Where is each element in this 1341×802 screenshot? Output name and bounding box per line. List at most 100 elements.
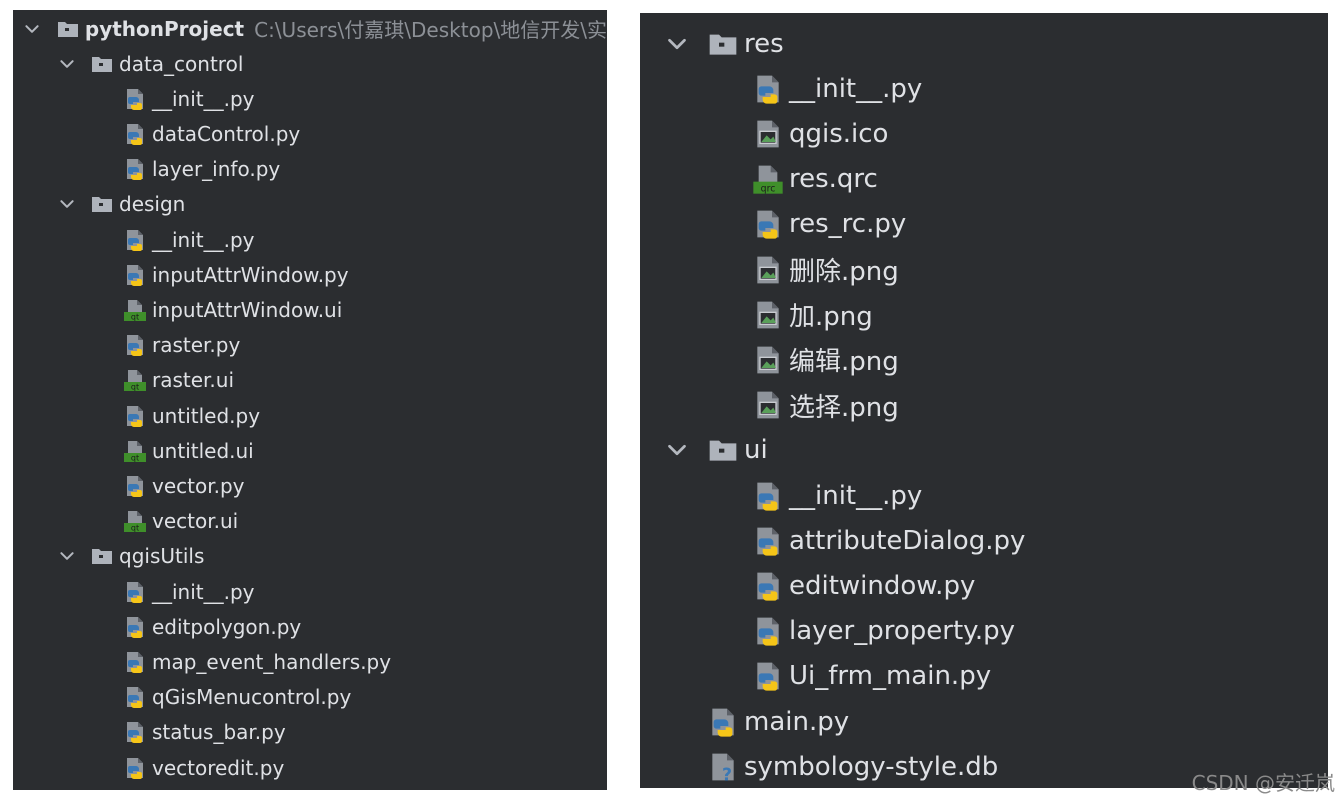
folder-icon <box>707 434 739 466</box>
tree-item-label: 编辑.png <box>789 347 899 378</box>
python-file-icon <box>752 480 784 512</box>
tree-item-label: res_rc.py <box>789 209 907 240</box>
python-file-icon <box>752 73 784 105</box>
tree-file-row[interactable]: dataControl.py <box>13 116 607 151</box>
svg-text:qt: qt <box>131 453 139 462</box>
tree-file-row[interactable]: vector.py <box>13 468 607 503</box>
image-file-icon <box>752 344 784 376</box>
chevron-down-icon[interactable] <box>665 32 689 56</box>
tree-file-row[interactable]: __init__.py <box>640 473 1328 518</box>
tree-root-row[interactable]: pythonProject C:\Users\付嘉琪\Desktop\地信开发\… <box>13 11 607 46</box>
partial-row-cutoff <box>750 13 970 19</box>
tree-file-row[interactable]: vectoredit.py <box>13 750 607 785</box>
qt-ui-file-icon: qt <box>123 368 147 392</box>
python-file-icon <box>752 615 784 647</box>
chevron-down-icon[interactable] <box>58 547 76 565</box>
tree-file-row[interactable]: editwindow.py <box>640 563 1328 608</box>
tree-file-row[interactable]: qGisMenucontrol.py <box>13 680 607 715</box>
chevron-down-icon[interactable] <box>58 55 76 73</box>
tree-item-label: main.py <box>744 706 850 737</box>
python-file-icon <box>707 706 739 738</box>
tree-file-row[interactable]: qt inputAttrWindow.ui <box>13 292 607 327</box>
tree-file-row[interactable]: qgis.ico <box>640 111 1328 156</box>
python-file-icon <box>123 228 147 252</box>
image-file-icon <box>752 299 784 331</box>
chevron-down-icon[interactable] <box>58 195 76 213</box>
python-file-icon <box>123 263 147 287</box>
python-file-icon <box>123 580 147 604</box>
tree-file-row[interactable]: map_event_handlers.py <box>13 644 607 679</box>
qt-ui-file-icon: qt <box>123 439 147 463</box>
python-file-icon <box>123 333 147 357</box>
tree-item-label: __init__.py <box>152 227 255 252</box>
tree-folder-row[interactable]: ui <box>640 428 1328 473</box>
python-file-icon <box>123 87 147 111</box>
tree-file-row[interactable]: qt untitled.ui <box>13 433 607 468</box>
tree-file-row[interactable]: inputAttrWindow.py <box>13 257 607 292</box>
project-path: C:\Users\付嘉琪\Desktop\地信开发\实 <box>254 18 607 42</box>
tree-file-row[interactable]: untitled.py <box>13 398 607 433</box>
tree-file-row[interactable]: qt vector.ui <box>13 504 607 539</box>
tree-file-row[interactable]: editpolygon.py <box>13 609 607 644</box>
tree-item-label: design <box>119 192 186 217</box>
folder-icon <box>90 192 114 216</box>
image-file-icon <box>752 254 784 286</box>
python-file-icon <box>123 404 147 428</box>
tree-file-row[interactable]: 编辑.png <box>640 337 1328 382</box>
watermark: CSDN @安迁岚 <box>1191 771 1335 795</box>
tree-item-label: layer_info.py <box>152 157 281 182</box>
tree-item-label: editpolygon.py <box>152 614 302 639</box>
tree-file-row[interactable]: 删除.png <box>640 247 1328 292</box>
tree-file-row[interactable]: __init__.py <box>13 574 607 609</box>
python-file-icon <box>752 660 784 692</box>
tree-file-row[interactable]: attributeDialog.py <box>640 518 1328 563</box>
unknown-file-icon: ? <box>707 751 739 783</box>
tree-file-row[interactable]: qrc res.qrc <box>640 157 1328 202</box>
tree-folder-row[interactable]: data_control <box>13 46 607 81</box>
python-file-icon <box>123 685 147 709</box>
tree-item-label: raster.py <box>152 333 241 358</box>
tree-item-label: untitled.py <box>152 403 261 428</box>
tree-file-row[interactable]: __init__.py <box>640 66 1328 111</box>
tree-folder-row[interactable]: res <box>640 21 1328 66</box>
tree-file-row[interactable]: layer_info.py <box>13 152 607 187</box>
svg-text:?: ? <box>722 765 732 783</box>
python-file-icon <box>123 756 147 780</box>
tree-item-label: 选择.png <box>789 392 899 423</box>
tree-item-label: __init__.py <box>152 579 255 604</box>
project-tree-panel-right[interactable]: res __init__.py qgis.ico qrc res.qrc res_rc.p… <box>640 13 1328 788</box>
tree-file-row[interactable]: __init__.py <box>13 222 607 257</box>
tree-item-label: 加.png <box>789 302 873 333</box>
chevron-down-icon[interactable] <box>23 20 42 38</box>
tree-file-row[interactable]: status_bar.py <box>13 715 607 750</box>
folder-icon <box>90 52 114 76</box>
tree-item-label: qgis.ico <box>789 118 889 149</box>
tree-file-row[interactable]: 加.png <box>640 292 1328 337</box>
tree-item-label: raster.ui <box>152 368 235 393</box>
tree-item-label: res.qrc <box>789 164 878 195</box>
tree-item-label: inputAttrWindow.ui <box>152 297 343 322</box>
image-file-icon <box>752 118 784 150</box>
tree-item-label: dataControl.py <box>152 121 301 146</box>
tree-item-label: __init__.py <box>789 73 923 104</box>
tree-item-label: 删除.png <box>789 257 899 287</box>
tree-item-label: inputAttrWindow.py <box>152 262 349 287</box>
tree-file-row[interactable]: layer_property.py <box>640 609 1328 654</box>
python-file-icon <box>123 650 147 674</box>
tree-item-label: vectoredit.py <box>152 755 285 780</box>
tree-folder-row[interactable]: design <box>13 187 607 222</box>
tree-file-row[interactable]: Ui_frm_main.py <box>640 654 1328 699</box>
chevron-down-icon[interactable] <box>665 438 689 462</box>
tree-file-row[interactable]: main.py <box>640 699 1328 744</box>
tree-folder-row[interactable]: qgisUtils <box>13 539 607 574</box>
python-file-icon <box>752 208 784 240</box>
tree-file-row[interactable]: 选择.png <box>640 383 1328 428</box>
tree-item-label: untitled.ui <box>152 438 254 463</box>
svg-text:qt: qt <box>131 312 139 321</box>
project-tree-panel-left[interactable]: pythonProject C:\Users\付嘉琪\Desktop\地信开发\… <box>13 10 607 790</box>
tree-file-row[interactable]: qt raster.ui <box>13 363 607 398</box>
tree-file-row[interactable]: __init__.py <box>13 81 607 116</box>
tree-file-row[interactable]: raster.py <box>13 328 607 363</box>
tree-file-row[interactable]: res_rc.py <box>640 202 1328 247</box>
python-file-icon <box>752 570 784 602</box>
